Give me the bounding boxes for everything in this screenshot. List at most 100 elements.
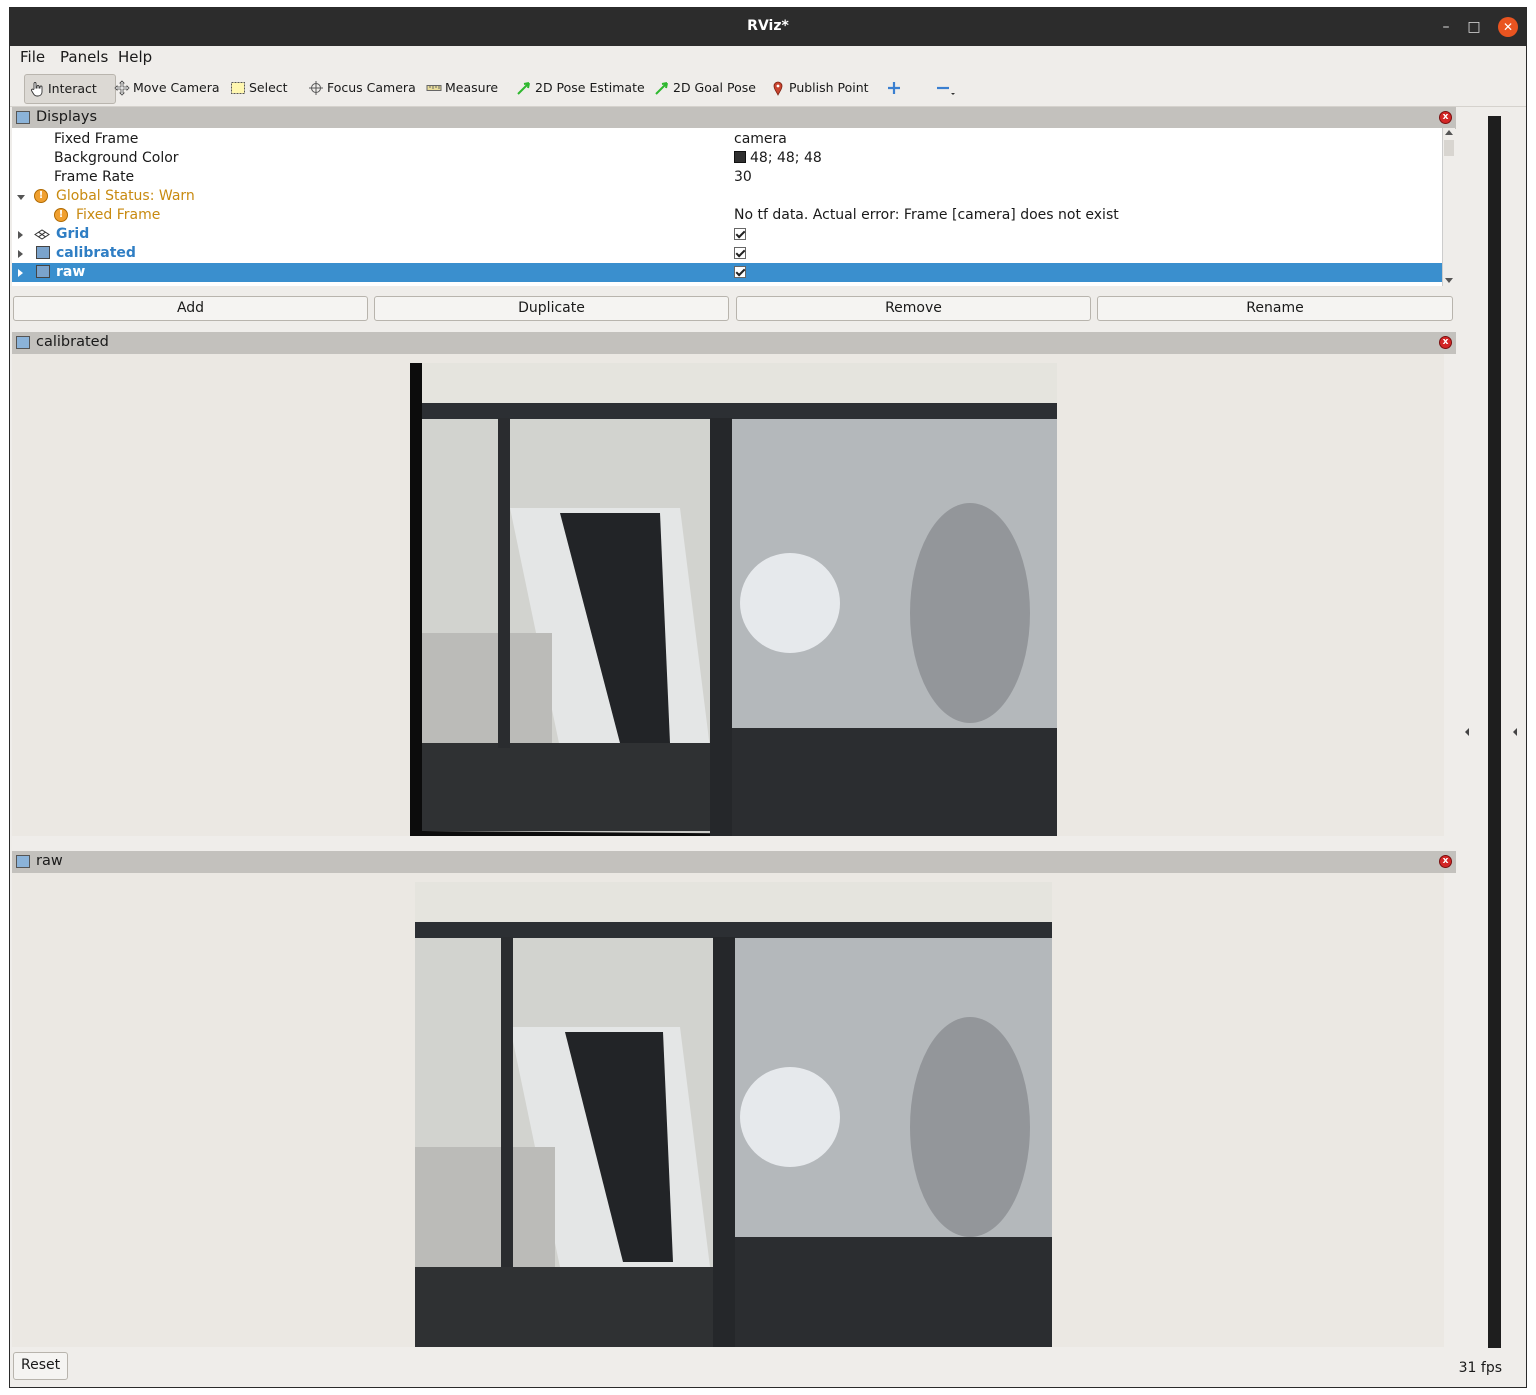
display-row-calibrated[interactable]: calibrated bbox=[12, 244, 1442, 263]
select-label: Select bbox=[249, 80, 288, 95]
raw-camera-image bbox=[415, 882, 1052, 1347]
menu-panels[interactable]: Panels bbox=[60, 48, 108, 66]
image-icon bbox=[36, 246, 50, 259]
scroll-up-icon[interactable] bbox=[1445, 130, 1453, 135]
collapse-left-arrow-icon[interactable] bbox=[1465, 728, 1469, 736]
menu-help[interactable]: Help bbox=[118, 48, 152, 66]
close-window-button[interactable]: ✕ bbox=[1498, 17, 1518, 37]
property-row[interactable]: Frame Rate 30 bbox=[12, 168, 1442, 187]
collapse-right-arrow-icon[interactable] bbox=[1513, 728, 1517, 736]
close-panel-icon[interactable]: x bbox=[1439, 855, 1452, 868]
displays-panel-header: Displays x bbox=[12, 107, 1456, 129]
measure-label: Measure bbox=[445, 80, 499, 95]
remove-tool-button[interactable] bbox=[930, 74, 960, 102]
move-arrows-icon bbox=[114, 80, 130, 96]
reset-button[interactable]: Reset bbox=[13, 1352, 69, 1380]
enabled-checkbox[interactable] bbox=[734, 244, 746, 263]
enabled-checkbox[interactable] bbox=[734, 225, 746, 244]
add-button[interactable]: Add bbox=[13, 296, 368, 321]
property-value[interactable]: camera bbox=[734, 130, 787, 149]
warning-icon: ! bbox=[34, 189, 48, 203]
displays-tree: Fixed Frame camera Background Color 48; … bbox=[12, 128, 1442, 286]
select-tool-button[interactable]: Select bbox=[226, 74, 292, 102]
expand-arrow-icon[interactable] bbox=[18, 269, 23, 277]
goal-pose-label: 2D Goal Pose bbox=[673, 80, 756, 95]
title-bar: RViz* – □ ✕ bbox=[10, 8, 1526, 46]
close-panel-icon[interactable]: x bbox=[1439, 336, 1452, 349]
status-row[interactable]: ! Global Status: Warn bbox=[12, 187, 1442, 206]
pose-estimate-tool-button[interactable]: 2D Pose Estimate bbox=[512, 74, 649, 102]
status-message: No tf data. Actual error: Frame [camera]… bbox=[734, 207, 1119, 223]
right-dock-3d-view[interactable] bbox=[1488, 116, 1501, 1348]
duplicate-button[interactable]: Duplicate bbox=[374, 296, 729, 321]
rename-button[interactable]: Rename bbox=[1097, 296, 1453, 321]
grid-icon bbox=[34, 229, 50, 240]
move-camera-label: Move Camera bbox=[133, 80, 220, 95]
property-label: Fixed Frame bbox=[54, 131, 139, 147]
goal-pose-tool-button[interactable]: 2D Goal Pose bbox=[650, 74, 760, 102]
rviz-window: RViz* – □ ✕ File Panels Help Interact Mo… bbox=[9, 7, 1527, 1388]
publish-point-tool-button[interactable]: Publish Point bbox=[766, 74, 873, 102]
raw-image-view[interactable] bbox=[12, 873, 1444, 1347]
interact-tool-button[interactable]: Interact bbox=[24, 74, 116, 104]
maximize-button[interactable]: □ bbox=[1464, 17, 1484, 37]
property-row[interactable]: Background Color 48; 48; 48 bbox=[12, 149, 1442, 168]
focus-camera-label: Focus Camera bbox=[327, 80, 416, 95]
focus-camera-tool-button[interactable]: Focus Camera bbox=[304, 74, 420, 102]
selection-box-icon bbox=[231, 82, 245, 94]
fps-indicator: 31 fps bbox=[1458, 1360, 1502, 1376]
window-title: RViz* bbox=[747, 18, 789, 34]
calibrated-panel-title: calibrated bbox=[36, 334, 109, 350]
display-row-grid[interactable]: Grid bbox=[12, 225, 1442, 244]
scroll-down-icon[interactable] bbox=[1445, 278, 1453, 283]
tool-bar: Interact Move Camera Select Focus Camera… bbox=[10, 68, 1526, 107]
scroll-thumb[interactable] bbox=[1444, 140, 1454, 156]
calibrated-camera-image bbox=[410, 363, 1057, 836]
minus-icon bbox=[937, 86, 955, 95]
minimize-button[interactable]: – bbox=[1436, 17, 1456, 37]
displays-scrollbar[interactable] bbox=[1442, 128, 1455, 286]
property-value[interactable]: 30 bbox=[734, 168, 752, 187]
menu-file[interactable]: File bbox=[20, 48, 45, 66]
display-row-raw[interactable]: raw bbox=[12, 263, 1442, 282]
property-row[interactable]: Fixed Frame camera bbox=[12, 130, 1442, 149]
hand-pointer-icon bbox=[31, 82, 43, 97]
display-name: Grid bbox=[56, 226, 90, 242]
pose-estimate-label: 2D Pose Estimate bbox=[535, 80, 645, 95]
color-swatch[interactable] bbox=[734, 151, 746, 163]
status-label: Global Status: Warn bbox=[56, 188, 195, 204]
close-panel-icon[interactable]: x bbox=[1439, 111, 1452, 124]
image-icon bbox=[16, 855, 30, 868]
ruler-icon bbox=[426, 85, 442, 91]
property-label: Frame Rate bbox=[54, 169, 135, 185]
image-icon bbox=[16, 336, 30, 349]
display-name: raw bbox=[56, 264, 86, 280]
measure-tool-button[interactable]: Measure bbox=[422, 74, 502, 102]
calibrated-image-view[interactable] bbox=[12, 354, 1444, 836]
expand-arrow-icon[interactable] bbox=[18, 231, 23, 239]
calibrated-panel-header: calibrated x bbox=[12, 332, 1456, 354]
expand-arrow-icon[interactable] bbox=[18, 250, 23, 258]
status-bar: Reset 31 fps bbox=[10, 1348, 1526, 1387]
enabled-checkbox[interactable] bbox=[734, 263, 746, 282]
warning-icon: ! bbox=[54, 208, 68, 222]
crosshair-icon bbox=[309, 81, 323, 95]
green-arrow-icon bbox=[517, 82, 530, 95]
status-row[interactable]: ! Fixed Frame No tf data. Actual error: … bbox=[12, 206, 1442, 225]
move-camera-tool-button[interactable]: Move Camera bbox=[110, 74, 224, 102]
image-icon bbox=[36, 265, 50, 278]
map-pin-icon bbox=[773, 81, 783, 96]
publish-point-label: Publish Point bbox=[789, 80, 869, 95]
plus-icon bbox=[888, 82, 900, 94]
add-tool-button[interactable] bbox=[882, 74, 906, 102]
raw-panel-header: raw x bbox=[12, 851, 1456, 873]
monitor-icon bbox=[16, 111, 30, 124]
background-color-value: 48; 48; 48 bbox=[750, 150, 822, 166]
display-name: calibrated bbox=[56, 245, 136, 261]
expand-arrow-icon[interactable] bbox=[17, 195, 25, 200]
remove-button[interactable]: Remove bbox=[736, 296, 1091, 321]
property-value[interactable]: 48; 48; 48 bbox=[734, 149, 822, 168]
green-arrow-icon bbox=[655, 82, 668, 95]
menu-bar: File Panels Help bbox=[10, 46, 1526, 68]
status-label: Fixed Frame bbox=[76, 207, 161, 223]
